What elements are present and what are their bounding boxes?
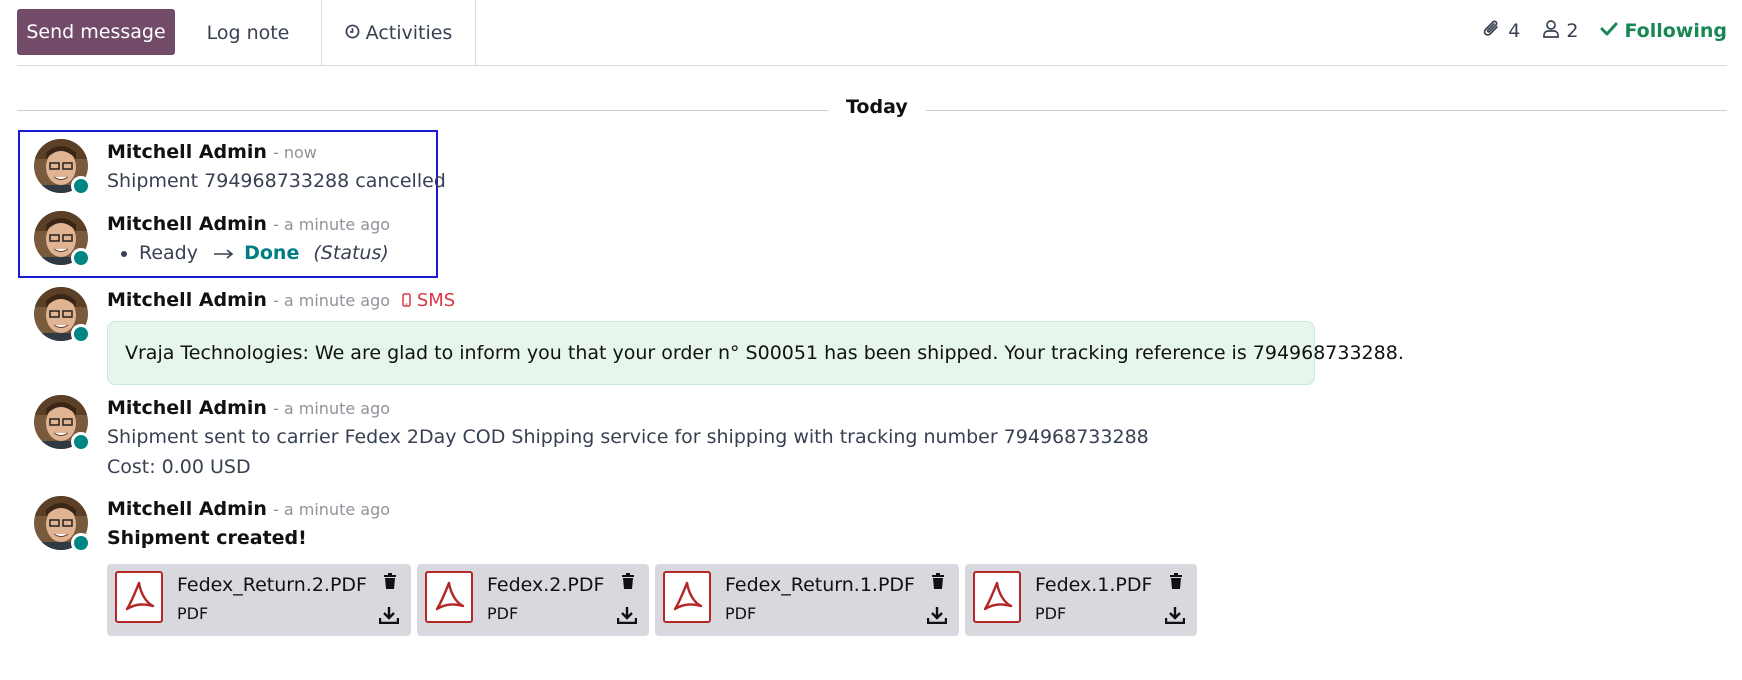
message-time: - a minute ago (273, 500, 391, 519)
attachment-card[interactable]: Fedex_Return.2.PDF PDF (107, 564, 411, 636)
online-status-dot (71, 432, 91, 452)
attachment-card[interactable]: Fedex.1.PDF PDF (965, 564, 1197, 636)
sms-body: Vraja Technologies: We are glad to infor… (125, 342, 1404, 364)
message-header: Mitchell Admin - a minute ago (107, 496, 390, 523)
attachment-type: PDF (725, 604, 757, 623)
mobile-icon (402, 289, 411, 315)
message-author[interactable]: Mitchell Admin (107, 213, 267, 235)
attachment-list: Fedex_Return.2.PDF PDF Fedex.2.PDF PDF F… (107, 564, 1197, 636)
online-status-dot (71, 248, 91, 268)
message-header: Mitchell Admin - a minute ago (107, 211, 390, 238)
paperclip-icon (1482, 18, 1502, 45)
avatar[interactable] (34, 211, 91, 268)
attachment-type: PDF (177, 604, 209, 623)
message-content: Mitchell Admin - a minute ago Ready Done… (107, 211, 390, 268)
sms-badge: SMS (402, 290, 455, 311)
attachment-type: PDF (487, 604, 519, 623)
activities-label: Activities (365, 21, 453, 44)
check-icon (1600, 20, 1618, 42)
message-content: Mitchell Admin - a minute ago SMS Vraja … (107, 287, 1404, 385)
sms-label: SMS (416, 290, 456, 311)
pdf-file-icon (973, 571, 1021, 623)
message-header: Mitchell Admin - now (107, 139, 446, 166)
clock-icon (345, 22, 360, 44)
pdf-file-icon (115, 571, 163, 623)
message-content: Mitchell Admin - a minute ago Shipment s… (107, 395, 1149, 482)
download-icon[interactable] (926, 606, 948, 628)
message-time: - a minute ago (273, 215, 391, 234)
message-header: Mitchell Admin - a minute ago SMS (107, 287, 1315, 315)
trash-icon[interactable] (383, 573, 397, 594)
download-icon[interactable] (616, 606, 638, 628)
date-divider-label: Today (828, 96, 926, 118)
pdf-file-icon (425, 571, 473, 623)
message-body-cost: Cost: 0.00 USD (107, 456, 251, 478)
tracking-new-value: Done (244, 242, 300, 264)
avatar[interactable] (34, 139, 91, 196)
trash-icon[interactable] (621, 573, 635, 594)
avatar[interactable] (34, 395, 91, 452)
attachments-button[interactable]: 4 (1482, 18, 1520, 45)
following-label: Following (1624, 20, 1727, 42)
attachment-name: Fedex.1.PDF (1035, 574, 1153, 596)
tracking-value-list: Ready Done (Status) (107, 238, 390, 268)
tracking-field-name: (Status) (313, 242, 389, 264)
message-author[interactable]: Mitchell Admin (107, 141, 267, 163)
followers-count: 2 (1566, 20, 1579, 42)
tracking-value-item: Ready Done (Status) (139, 238, 390, 268)
online-status-dot (71, 533, 91, 553)
message-author[interactable]: Mitchell Admin (107, 289, 267, 311)
chatter-top-right: 4 2 Following (1482, 0, 1727, 62)
sms-message-bubble: Vraja Technologies: We are glad to infor… (107, 321, 1404, 385)
download-icon[interactable] (1164, 606, 1186, 628)
online-status-dot (71, 324, 91, 344)
message-time: - a minute ago (273, 399, 391, 418)
message-body-line: Shipment sent to carrier Fedex 2Day COD … (107, 426, 1149, 448)
attachments-count: 4 (1508, 20, 1521, 42)
message-header: Mitchell Admin - a minute ago (107, 395, 1149, 422)
attachment-card[interactable]: Fedex_Return.1.PDF PDF (655, 564, 959, 636)
arrow-right-icon (214, 238, 234, 268)
send-message-button[interactable]: Send message (17, 9, 175, 55)
avatar[interactable] (34, 287, 91, 344)
message-content: Mitchell Admin - now Shipment 7949687332… (107, 139, 446, 196)
message-author[interactable]: Mitchell Admin (107, 397, 267, 419)
user-icon (1542, 19, 1560, 44)
message-body: Shipment 794968733288 cancelled (107, 170, 446, 192)
message-time: - now (273, 143, 317, 162)
message-body: Shipment created! (107, 527, 307, 549)
message-time: - a minute ago (273, 291, 391, 310)
tracking-old-value: Ready (139, 242, 198, 264)
pdf-file-icon (663, 571, 711, 623)
attachment-name: Fedex_Return.2.PDF (177, 574, 367, 596)
activities-button[interactable]: Activities (321, 0, 476, 65)
followers-button[interactable]: 2 (1542, 19, 1578, 44)
following-button[interactable]: Following (1600, 20, 1727, 42)
trash-icon[interactable] (1169, 573, 1183, 594)
attachment-name: Fedex_Return.1.PDF (725, 574, 915, 596)
attachment-type: PDF (1035, 604, 1067, 623)
trash-icon[interactable] (931, 573, 945, 594)
attachment-name: Fedex.2.PDF (487, 574, 605, 596)
message-author[interactable]: Mitchell Admin (107, 498, 267, 520)
download-icon[interactable] (378, 606, 400, 628)
log-note-label: Log note (206, 21, 290, 44)
attachment-card[interactable]: Fedex.2.PDF PDF (417, 564, 649, 636)
message-content: Mitchell Admin - a minute ago Shipment c… (107, 496, 390, 553)
online-status-dot (71, 176, 91, 196)
log-note-button[interactable]: Log note (175, 0, 321, 65)
avatar[interactable] (34, 496, 91, 553)
chatter-topbar: Send message Log note Activities 4 2 Fol… (17, 0, 1727, 66)
